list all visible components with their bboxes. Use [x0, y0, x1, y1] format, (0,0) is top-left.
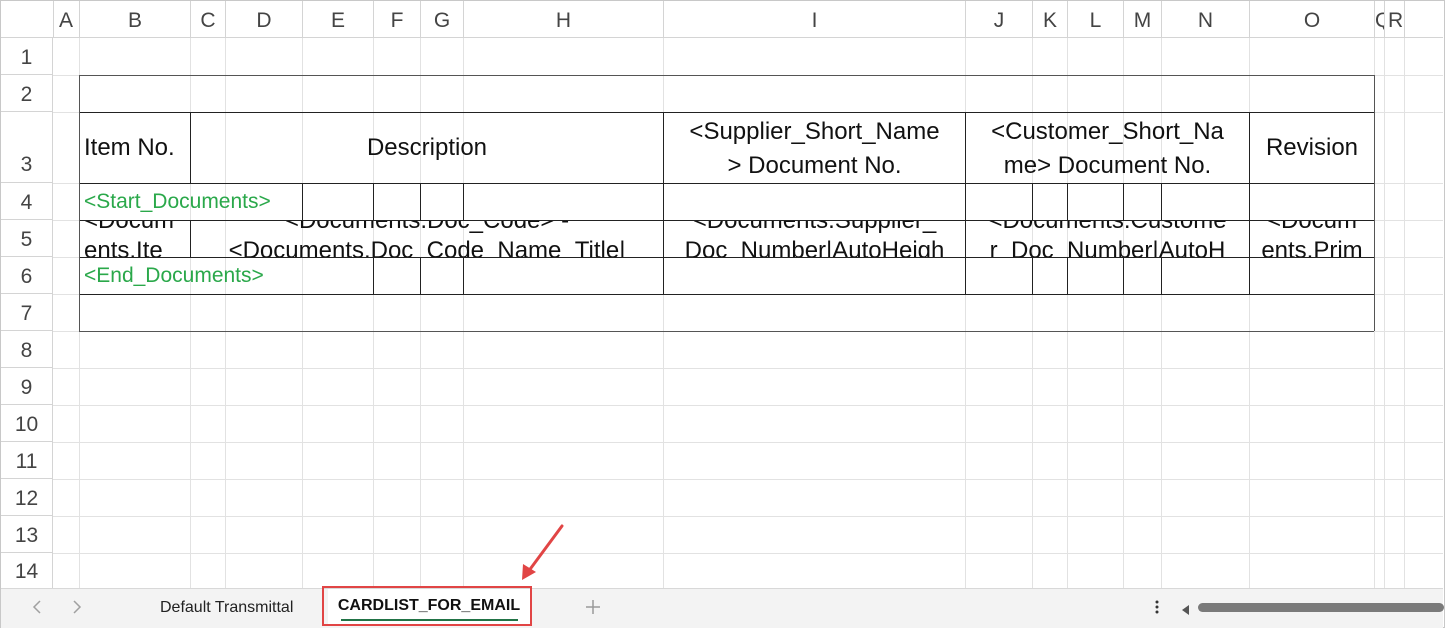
column-header-g[interactable]: G	[421, 1, 464, 37]
cell-line: <Documents.Doc_Code> -	[191, 221, 663, 236]
spreadsheet-window	[0, 0, 1445, 628]
row-header-8[interactable]: 8	[1, 331, 53, 368]
column-header-n[interactable]: N	[1162, 1, 1250, 37]
more-vertical-icon[interactable]	[1145, 595, 1169, 621]
row-header-3[interactable]: 3	[1, 112, 53, 183]
column-header-l[interactable]: L	[1068, 1, 1124, 37]
row-header-9[interactable]: 9	[1, 368, 53, 405]
cell-line: <Customer_Short_Na	[991, 118, 1224, 145]
scroll-left-arrow-icon[interactable]	[1182, 602, 1190, 620]
column-header-o[interactable]: O	[1250, 1, 1375, 37]
column-header-m[interactable]: M	[1124, 1, 1162, 37]
cell-line: <Documents.Supplier_	[664, 221, 965, 236]
column-header-h[interactable]: H	[464, 1, 664, 37]
cell-line: Doc_Number|AutoHeigh	[684, 237, 945, 257]
row-header-6[interactable]: 6	[1, 257, 53, 294]
row-header-14[interactable]: 14	[1, 553, 53, 588]
cell-customer-document-no[interactable]: <Customer_Short_Na me> Document No.	[966, 113, 1249, 183]
sheet-tab-bar: Default Transmittal CARDLIST_FOR_EMAIL	[1, 588, 1444, 628]
highlight-box	[322, 586, 532, 626]
cell-start-documents[interactable]: <Start_Documents>	[80, 184, 310, 220]
cell-line: ents.Ite	[84, 237, 163, 257]
chevron-left-icon[interactable]	[25, 595, 49, 621]
column-header-c[interactable]: C	[191, 1, 226, 37]
cell-line: <Docum	[84, 221, 190, 236]
column-header-i[interactable]: I	[664, 1, 966, 37]
cell-supplier-template[interactable]: <Documents.Supplier_ Doc_Number|AutoHeig…	[664, 221, 965, 257]
cell-line: <Docum	[1250, 221, 1374, 236]
cell-end-documents[interactable]: <End_Documents>	[80, 258, 370, 294]
cell-revision-template[interactable]: <Docum ents.Prim	[1250, 221, 1374, 257]
cell-line: r_Doc_Number|AutoH	[989, 237, 1226, 257]
select-all-corner[interactable]	[1, 1, 54, 37]
row-header-11[interactable]: 11	[1, 442, 53, 479]
cell-description-template[interactable]: <Documents.Doc_Code> - <Documents.Doc_Co…	[191, 221, 663, 257]
cell-description[interactable]: Description	[191, 113, 663, 183]
row-header-2[interactable]: 2	[1, 75, 53, 112]
column-header-b[interactable]: B	[80, 1, 191, 37]
cell-line: ents.Prim	[1261, 237, 1363, 257]
column-header-bar: A B C D E F G H I J K L M N O Q R	[1, 1, 1443, 38]
column-header-q[interactable]: Q	[1375, 1, 1385, 37]
cell-line: <Supplier_Short_Name	[689, 118, 940, 145]
cell-supplier-document-no[interactable]: <Supplier_Short_Name > Document No.	[664, 113, 965, 183]
annotation-arrow-icon	[522, 524, 564, 580]
cell-item-no[interactable]: Item No.	[80, 113, 190, 183]
chevron-right-icon[interactable]	[65, 595, 89, 621]
row-header-10[interactable]: 10	[1, 405, 53, 442]
cell-customer-template[interactable]: <Documents.Custome r_Doc_Number|AutoH	[966, 221, 1249, 257]
cell-line: me> Document No.	[1003, 152, 1212, 179]
column-header-f[interactable]: F	[374, 1, 421, 37]
column-header-r[interactable]: R	[1385, 1, 1405, 37]
row-header-7[interactable]: 7	[1, 294, 53, 331]
column-header-d[interactable]: D	[226, 1, 303, 37]
sheet-tab-default-transmittal[interactable]: Default Transmittal	[160, 589, 293, 627]
cell-revision[interactable]: Revision	[1250, 113, 1374, 183]
row-header-1[interactable]: 1	[1, 38, 53, 75]
column-header-a[interactable]: A	[53, 1, 80, 37]
cell-line: <Documents.Custome	[966, 221, 1249, 236]
row-header-5[interactable]: 5	[1, 220, 53, 257]
plus-icon[interactable]	[581, 595, 605, 621]
row-header-12[interactable]: 12	[1, 479, 53, 516]
horizontal-scrollbar-thumb[interactable]	[1198, 603, 1444, 612]
row-header-4[interactable]: 4	[1, 183, 53, 220]
column-header-j[interactable]: J	[966, 1, 1033, 37]
row-header-13[interactable]: 13	[1, 516, 53, 553]
column-header-k[interactable]: K	[1033, 1, 1068, 37]
column-header-e[interactable]: E	[303, 1, 374, 37]
cell-item-template[interactable]: <Docum ents.Ite	[80, 221, 190, 257]
cell-line: <Documents.Doc_Code_Name_Title|	[228, 237, 626, 257]
cell-line: > Document No.	[727, 152, 902, 179]
